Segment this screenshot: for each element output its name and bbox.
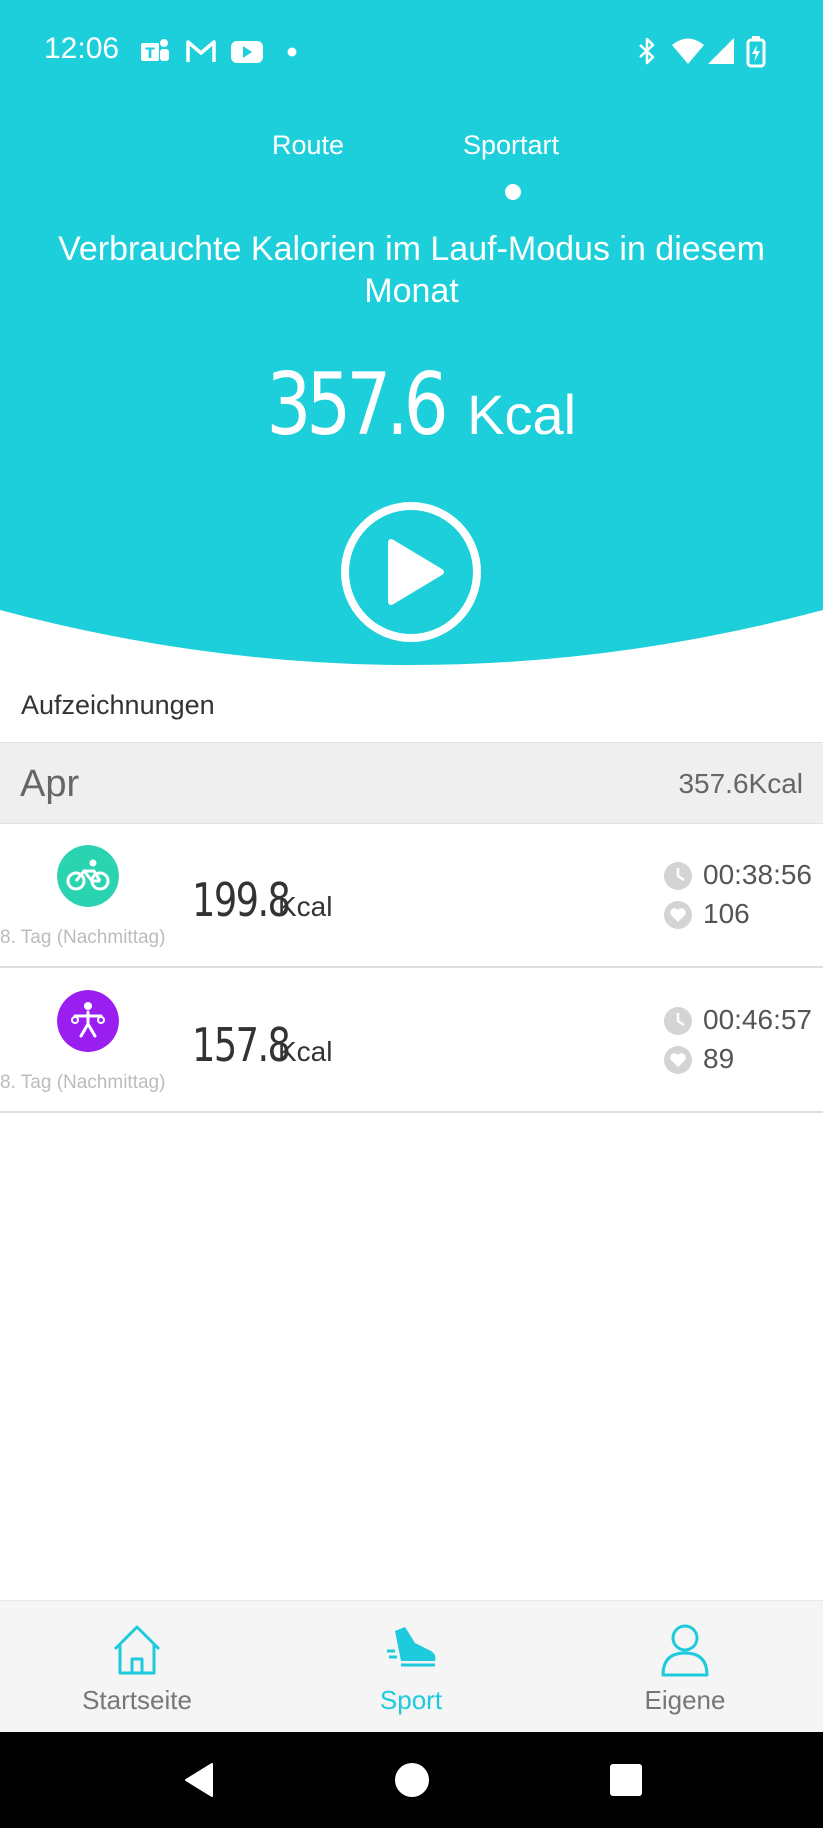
battery-icon: [746, 36, 766, 68]
summary-number: 357.6: [266, 355, 448, 455]
duration-value: 00:46:57: [703, 1004, 812, 1035]
status-time: 12:06: [44, 32, 120, 65]
heart-rate-value: 106: [703, 898, 750, 929]
heart-icon: [664, 901, 692, 929]
workout-icon: [57, 990, 119, 1052]
summary-unit: Kcal: [467, 383, 577, 446]
record-value: 157.8: [192, 1018, 291, 1072]
nav-label: Eigene: [644, 1685, 726, 1715]
dot-icon: [287, 47, 297, 57]
record-date: 8. Tag (Nachmittag): [0, 927, 166, 948]
person-icon: [661, 1624, 709, 1677]
month-header[interactable]: Apr 357.6Kcal: [0, 742, 823, 824]
gmail-icon: [186, 40, 216, 62]
shoe-icon: [387, 1627, 436, 1667]
month-total: 357.6Kcal: [678, 768, 803, 799]
clock-icon: [664, 862, 692, 890]
duration-value: 00:38:56: [703, 859, 812, 890]
tab-route[interactable]: Route: [272, 130, 344, 161]
clock-icon: [664, 1007, 692, 1035]
bottom-navigation: Startseite Sport Eigene: [0, 1600, 823, 1732]
summary-subtitle: Verbrauchte Kalorien im Lauf-Modus in di…: [58, 230, 765, 310]
bluetooth-icon: [639, 37, 655, 65]
tab-sportart[interactable]: Sportart: [463, 130, 559, 161]
record-calories: 157.8Kcal: [192, 1018, 332, 1072]
nav-label: Startseite: [82, 1685, 192, 1715]
record-value: 199.8: [192, 873, 291, 927]
svg-text:T: T: [145, 46, 155, 62]
play-button[interactable]: [339, 500, 483, 644]
recents-icon[interactable]: [606, 1760, 646, 1800]
record-row[interactable]: 8. Tag (Nachmittag) 157.8Kcal 00:46:57 8…: [0, 968, 823, 1113]
nav-sport[interactable]: Sport: [274, 1601, 548, 1733]
records-heading: Aufzeichnungen: [21, 690, 215, 720]
nav-startseite[interactable]: Startseite: [0, 1601, 274, 1733]
summary-value: 357.6 Kcal: [0, 355, 823, 455]
teams-icon: T: [141, 39, 169, 62]
back-icon[interactable]: [180, 1760, 220, 1800]
header-panel: 12:06 T Route Sportart Verbrauchte Kalor…: [0, 0, 823, 670]
record-date: 8. Tag (Nachmittag): [0, 1072, 166, 1093]
nav-label: Sport: [379, 1685, 443, 1715]
heart-icon: [664, 1046, 692, 1074]
record-calories: 199.8Kcal: [192, 873, 332, 927]
bicycle-icon: [57, 845, 119, 907]
nav-eigene[interactable]: Eigene: [548, 1601, 822, 1733]
youtube-icon: [231, 41, 263, 63]
heart-rate-value: 89: [703, 1043, 735, 1074]
home-button-icon[interactable]: [392, 1760, 432, 1800]
home-icon: [113, 1625, 161, 1675]
wifi-icon: [672, 38, 704, 64]
month-name: Apr: [20, 763, 80, 805]
active-tab-indicator: [505, 184, 521, 200]
record-row[interactable]: 8. Tag (Nachmittag) 199.8Kcal 00:38:56 1…: [0, 823, 823, 968]
system-navigation-bar: [0, 1732, 823, 1828]
signal-icon: [708, 38, 734, 64]
status-bar: 12:06 T: [0, 0, 823, 100]
